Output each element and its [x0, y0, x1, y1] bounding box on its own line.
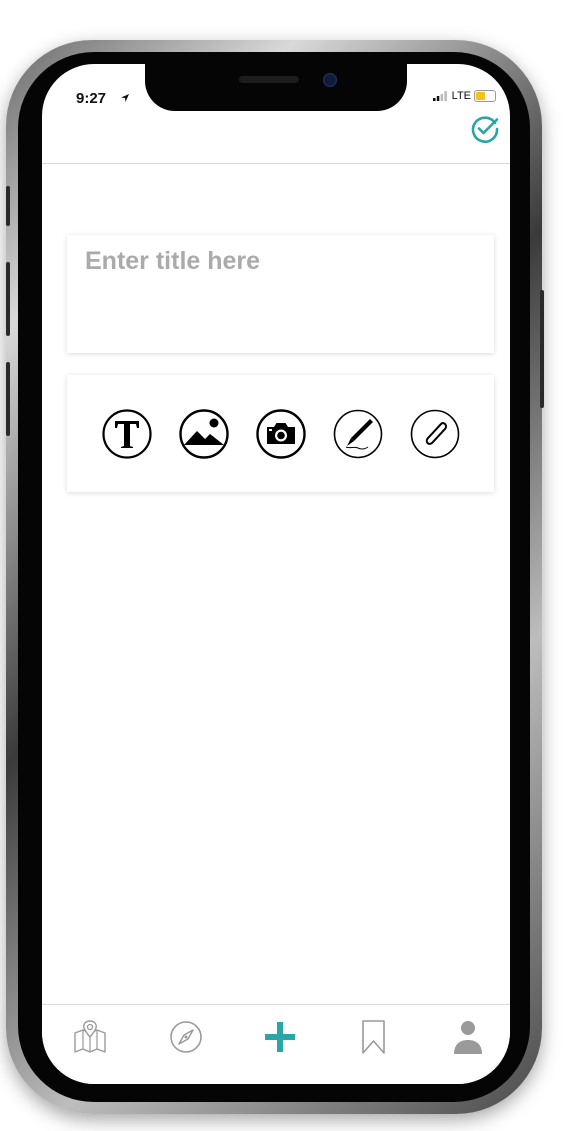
front-camera — [323, 73, 337, 87]
speaker — [239, 76, 299, 83]
text-T-icon[interactable] — [101, 408, 153, 460]
map-icon[interactable] — [70, 1017, 110, 1057]
title-input[interactable]: Enter title here — [67, 235, 494, 353]
notch — [145, 64, 407, 111]
app-screen: 9:27 LTE Enter title here — [42, 64, 510, 1084]
title-placeholder: Enter title here — [85, 247, 261, 275]
bookmark-icon[interactable] — [354, 1017, 394, 1057]
compass-icon[interactable] — [166, 1017, 206, 1057]
status-indicators: LTE — [432, 90, 496, 102]
volume-down-button — [6, 362, 10, 436]
paperclip-icon[interactable] — [409, 408, 461, 460]
person-icon[interactable] — [448, 1017, 488, 1057]
volume-up-button — [6, 262, 10, 336]
battery-icon — [474, 90, 496, 102]
plus-icon[interactable] — [260, 1017, 300, 1057]
check-circle-icon[interactable] — [470, 114, 500, 144]
mute-switch — [6, 186, 10, 226]
content-toolbar — [67, 375, 494, 492]
network-label: LTE — [451, 90, 471, 102]
status-time: 9:27 — [76, 90, 107, 107]
pen-nib-icon[interactable] — [332, 408, 384, 460]
power-button — [540, 290, 544, 408]
header-divider — [42, 163, 510, 164]
signal-icon — [432, 91, 447, 101]
tab-bar — [42, 1004, 510, 1084]
location-arrow-icon — [121, 94, 129, 102]
image-mountain-icon[interactable] — [178, 408, 230, 460]
camera-icon[interactable] — [255, 408, 307, 460]
